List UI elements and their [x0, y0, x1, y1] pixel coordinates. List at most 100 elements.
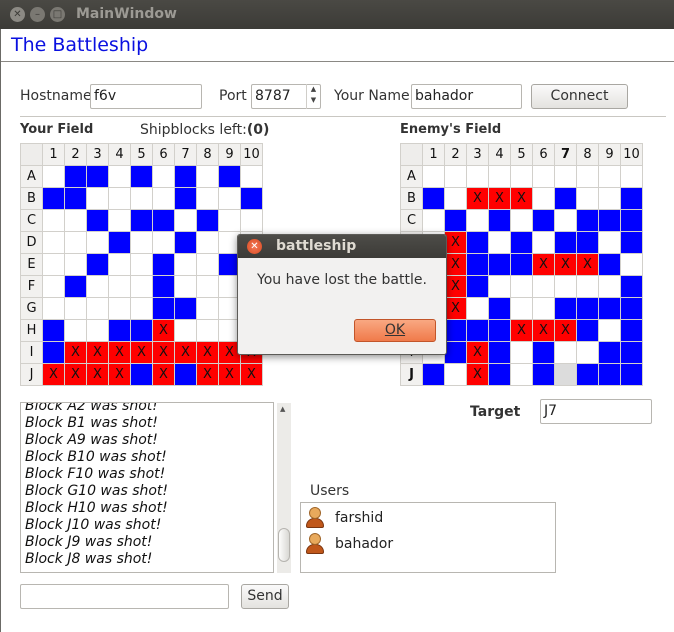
enemy-cell[interactable]: X: [510, 187, 533, 210]
enemy-cell[interactable]: [444, 209, 467, 232]
enemy-cell[interactable]: [422, 187, 445, 210]
enemy-cell[interactable]: [576, 363, 599, 386]
enemy-cell[interactable]: X: [444, 253, 467, 276]
enemy-cell[interactable]: [576, 209, 599, 232]
enemy-cell[interactable]: [532, 363, 555, 386]
stepper-down-icon[interactable]: ▼: [307, 95, 320, 106]
enemy-cell[interactable]: [576, 297, 599, 320]
log-panel[interactable]: Block A2 was shot! Block B1 was shot! Bloc…: [20, 402, 274, 573]
enemy-cell[interactable]: [554, 341, 577, 364]
enemy-cell[interactable]: X: [466, 341, 489, 364]
ok-button[interactable]: OK: [354, 319, 436, 342]
enemy-cell[interactable]: [576, 275, 599, 298]
enemy-cell[interactable]: [598, 275, 621, 298]
enemy-cell[interactable]: [554, 297, 577, 320]
enemy-cell[interactable]: [554, 275, 577, 298]
enemy-cell[interactable]: [576, 165, 599, 188]
enemy-cell[interactable]: X: [444, 231, 467, 254]
enemy-cell[interactable]: [488, 253, 511, 276]
window-close-icon[interactable]: ✕: [10, 7, 25, 22]
log-scrollbar[interactable]: ▲: [277, 403, 291, 573]
enemy-cell[interactable]: [510, 231, 533, 254]
enemy-cell[interactable]: X: [466, 363, 489, 386]
log-scroll-thumb[interactable]: [278, 528, 290, 562]
enemy-cell[interactable]: [444, 363, 467, 386]
enemy-cell[interactable]: [620, 275, 643, 298]
enemy-cell[interactable]: [510, 253, 533, 276]
enemy-cell[interactable]: [466, 319, 489, 342]
window-maximize-icon[interactable]: □: [50, 7, 65, 22]
enemy-cell[interactable]: [620, 165, 643, 188]
enemy-cell[interactable]: [532, 231, 555, 254]
enemy-cell[interactable]: [466, 209, 489, 232]
enemy-cell[interactable]: [466, 231, 489, 254]
enemy-cell[interactable]: [554, 363, 577, 386]
enemy-cell[interactable]: [620, 363, 643, 386]
enemy-cell[interactable]: [620, 209, 643, 232]
enemy-cell[interactable]: [598, 209, 621, 232]
hostname-input[interactable]: f6v: [90, 84, 202, 109]
enemy-cell[interactable]: [532, 297, 555, 320]
enemy-cell[interactable]: [488, 319, 511, 342]
enemy-cell[interactable]: [488, 297, 511, 320]
users-list[interactable]: farshid bahador: [300, 502, 556, 573]
enemy-cell[interactable]: [488, 165, 511, 188]
enemy-cell[interactable]: [554, 187, 577, 210]
enemy-cell[interactable]: X: [466, 187, 489, 210]
stepper-up-icon[interactable]: ▲: [307, 84, 320, 95]
enemy-cell[interactable]: [488, 341, 511, 364]
enemy-cell[interactable]: [532, 187, 555, 210]
send-button[interactable]: Send: [241, 584, 289, 609]
port-stepper[interactable]: ▲ ▼: [306, 84, 320, 109]
enemy-cell[interactable]: [444, 319, 467, 342]
enemy-cell[interactable]: [488, 231, 511, 254]
enemy-cell[interactable]: [598, 231, 621, 254]
enemy-cell[interactable]: [510, 341, 533, 364]
enemy-cell[interactable]: [488, 363, 511, 386]
enemy-cell[interactable]: X: [510, 319, 533, 342]
enemy-cell[interactable]: X: [444, 297, 467, 320]
enemy-cell[interactable]: [576, 319, 599, 342]
user-item-bahador[interactable]: bahador: [305, 531, 393, 557]
enemy-cell[interactable]: [488, 275, 511, 298]
window-minimize-icon[interactable]: –: [30, 7, 45, 22]
enemy-cell[interactable]: [466, 253, 489, 276]
enemy-cell[interactable]: [488, 209, 511, 232]
chat-input[interactable]: [20, 584, 229, 609]
enemy-cell[interactable]: X: [554, 319, 577, 342]
enemy-cell[interactable]: [444, 187, 467, 210]
enemy-cell[interactable]: [576, 341, 599, 364]
enemy-cell[interactable]: [598, 341, 621, 364]
scroll-up-icon[interactable]: ▲: [280, 405, 285, 413]
enemy-cell[interactable]: X: [532, 253, 555, 276]
enemy-cell[interactable]: [510, 209, 533, 232]
enemy-cell[interactable]: [576, 187, 599, 210]
enemy-cell[interactable]: [598, 363, 621, 386]
enemy-cell[interactable]: [620, 297, 643, 320]
enemy-cell[interactable]: X: [532, 319, 555, 342]
enemy-cell[interactable]: [554, 165, 577, 188]
enemy-cell[interactable]: [532, 341, 555, 364]
enemy-cell[interactable]: [598, 187, 621, 210]
enemy-cell[interactable]: [510, 363, 533, 386]
enemy-cell[interactable]: [444, 341, 467, 364]
enemy-cell[interactable]: [620, 187, 643, 210]
enemy-cell[interactable]: [620, 341, 643, 364]
enemy-cell[interactable]: [620, 231, 643, 254]
enemy-cell[interactable]: [466, 297, 489, 320]
your-name-input[interactable]: bahador: [411, 84, 522, 109]
enemy-cell[interactable]: [598, 319, 621, 342]
enemy-cell[interactable]: X: [444, 275, 467, 298]
enemy-cell[interactable]: [422, 165, 445, 188]
enemy-cell[interactable]: [510, 275, 533, 298]
enemy-cell[interactable]: [466, 165, 489, 188]
enemy-cell[interactable]: [510, 297, 533, 320]
enemy-cell[interactable]: [598, 165, 621, 188]
dialog-close-icon[interactable]: ✕: [247, 239, 262, 254]
user-item-farshid[interactable]: farshid: [305, 505, 383, 531]
enemy-cell[interactable]: X: [488, 187, 511, 210]
enemy-cell[interactable]: [598, 253, 621, 276]
enemy-cell[interactable]: [554, 231, 577, 254]
enemy-cell[interactable]: [620, 319, 643, 342]
enemy-cell[interactable]: X: [554, 253, 577, 276]
